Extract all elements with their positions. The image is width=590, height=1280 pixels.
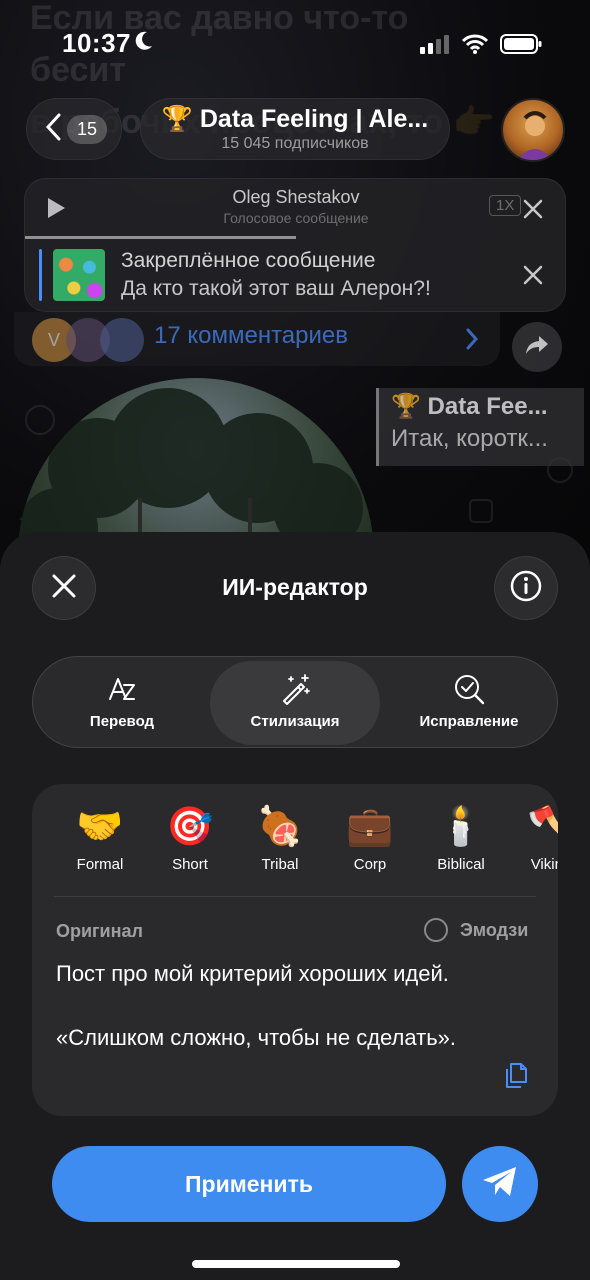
chat-background: Если вас давно что-то беситв рабочих про… xyxy=(0,0,590,600)
tab-label: Исправление xyxy=(419,713,519,730)
style-corp[interactable]: 💼 Corp xyxy=(325,802,415,873)
info-button[interactable] xyxy=(494,556,558,620)
translate-icon xyxy=(106,673,138,705)
share-button[interactable] xyxy=(512,322,562,372)
emoji-radio[interactable] xyxy=(424,918,448,942)
style-label: Viking xyxy=(530,856,558,873)
pinned-text[interactable]: Да кто такой этот ваш Алерон?! xyxy=(121,277,431,301)
chevron-left-icon xyxy=(45,113,61,146)
original-label: Оригинал xyxy=(56,921,143,941)
copy-button[interactable] xyxy=(500,1060,534,1094)
mode-tabs: Перевод Стилизация Исправление xyxy=(32,656,558,748)
voice-message-player[interactable]: Oleg Shestakov Голосовое сообщение 1X За… xyxy=(24,178,566,312)
handshake-icon: 🤝 xyxy=(76,806,124,848)
home-indicator xyxy=(192,1260,400,1268)
commenter-avatars: V xyxy=(32,318,152,362)
close-pinned-icon[interactable] xyxy=(523,265,543,290)
comments-count: 17 комментариев xyxy=(154,322,349,349)
emoji-toggle[interactable]: Эмодзи xyxy=(424,918,528,942)
reply-text: Итак, коротк... xyxy=(391,425,548,452)
tab-correct[interactable]: Исправление xyxy=(387,661,551,745)
tab-stylize[interactable]: Стилизация xyxy=(210,661,380,745)
avatar xyxy=(100,318,144,362)
playback-speed-button[interactable]: 1X xyxy=(489,195,522,216)
back-button[interactable]: 15 xyxy=(26,98,122,160)
reply-preview[interactable]: 🏆 Data Fee... Итак, коротк... xyxy=(376,388,584,466)
status-bar: 10:37 xyxy=(0,0,590,90)
pinned-indicator xyxy=(39,249,42,301)
original-text: Пост про мой критерий хороших идей. «Сли… xyxy=(56,961,457,1050)
reply-title: 🏆 Data Fee... xyxy=(391,393,548,420)
style-formal[interactable]: 🤝 Formal xyxy=(55,802,145,873)
voice-progress-bar xyxy=(25,236,296,239)
battery-icon xyxy=(500,34,542,59)
search-check-icon xyxy=(453,673,485,705)
send-button[interactable] xyxy=(462,1146,538,1222)
style-tribal[interactable]: 🍖 Tribal xyxy=(235,802,325,873)
channel-header[interactable]: 🏆 Data Feeling | Ale... 15 045 подписчик… xyxy=(140,98,450,160)
style-label: Corp xyxy=(353,856,387,873)
voice-sender: Oleg Shestakov xyxy=(232,187,360,207)
comments-link[interactable]: V 17 комментариев xyxy=(14,312,500,366)
style-label: Short xyxy=(172,856,208,873)
channel-avatar[interactable] xyxy=(501,98,565,162)
style-label: Formal xyxy=(76,856,124,873)
moon-icon xyxy=(134,30,154,57)
style-viking[interactable]: 🪓 Viking xyxy=(506,802,558,873)
pinned-thumbnail xyxy=(53,249,105,301)
share-arrow-icon xyxy=(525,335,549,360)
emoji-label: Эмодзи xyxy=(460,919,529,940)
style-options: 🤝 Formal 🎯 Short 🍖 Tribal 💼 Corp 🕯️ Bibl… xyxy=(32,802,558,894)
cellular-signal-icon xyxy=(420,34,450,59)
style-label: Biblical xyxy=(437,856,485,873)
chevron-right-icon xyxy=(466,328,479,355)
clock: 10:37 xyxy=(62,28,131,58)
magic-wand-icon xyxy=(279,673,311,705)
candle-icon: 🕯️ xyxy=(437,806,485,848)
apply-button[interactable]: Применить xyxy=(52,1146,446,1222)
info-icon xyxy=(509,569,543,608)
tab-translate[interactable]: Перевод xyxy=(41,661,203,745)
copy-icon xyxy=(502,1060,532,1095)
style-panel: 🤝 Formal 🎯 Short 🍖 Tribal 💼 Corp 🕯️ Bibl… xyxy=(32,784,558,1116)
unread-count-badge: 15 xyxy=(67,114,108,144)
pinned-title[interactable]: Закреплённое сообщение xyxy=(121,249,375,273)
briefcase-icon: 💼 xyxy=(346,806,394,848)
channel-title: 🏆 Data Feeling | Ale... xyxy=(161,105,429,133)
close-icon[interactable] xyxy=(523,199,543,224)
divider xyxy=(54,896,536,897)
subscriber-count: 15 045 подписчиков xyxy=(221,135,369,152)
tab-label: Перевод xyxy=(89,713,155,730)
style-biblical[interactable]: 🕯️ Biblical xyxy=(416,802,506,873)
paper-plane-icon xyxy=(481,1165,519,1204)
target-icon: 🎯 xyxy=(166,806,214,848)
axe-icon: 🪓 xyxy=(527,806,558,848)
tab-label: Стилизация xyxy=(250,713,340,730)
wifi-icon xyxy=(461,34,489,59)
voice-subtitle: Голосовое сообщение xyxy=(223,210,369,226)
ai-editor-sheet: ИИ-редактор Перевод Стилизация Исправлен… xyxy=(0,532,590,1280)
style-label: Tribal xyxy=(261,856,299,873)
meat-icon: 🍖 xyxy=(256,806,304,848)
style-short[interactable]: 🎯 Short xyxy=(145,802,235,873)
